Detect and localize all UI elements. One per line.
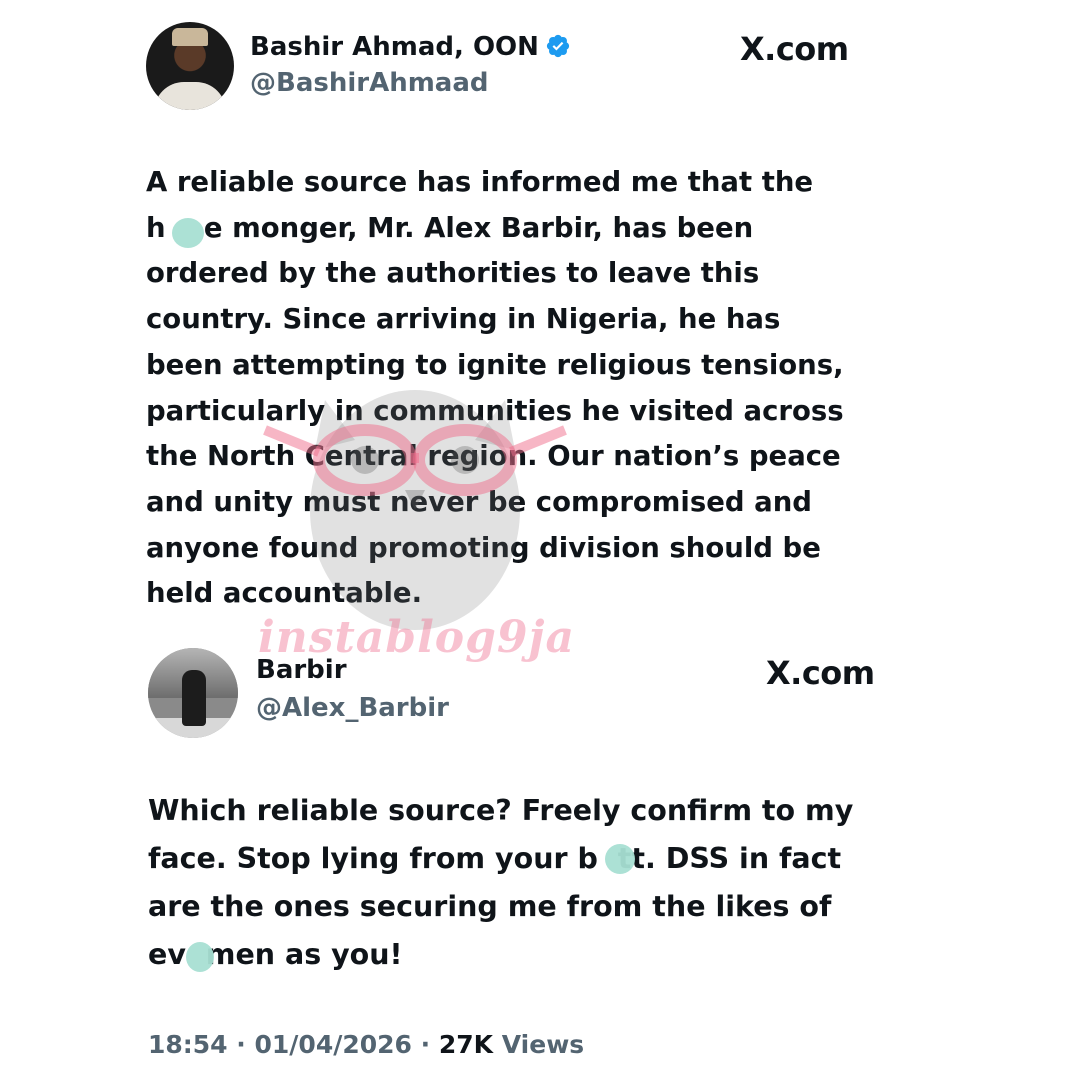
meta-separator: · xyxy=(236,1030,246,1059)
tweet1-line: ordered by the authorities to leave this xyxy=(146,257,760,290)
tweet2-site-label: X.com xyxy=(766,654,875,692)
bashir-avatar[interactable] xyxy=(146,22,234,110)
tweet2-line: ev men as you! xyxy=(148,938,403,971)
tweet2-line: face. Stop lying from your b tt. DSS in … xyxy=(148,842,842,875)
tweet1-line: held accountable. xyxy=(146,577,423,610)
tweet1-body: A reliable source has informed me that t… xyxy=(146,160,844,617)
tweet2-author-name[interactable]: Barbir xyxy=(256,655,347,685)
censor-smudge xyxy=(186,942,214,972)
tweet2-handle[interactable]: @Alex_Barbir xyxy=(256,693,449,723)
tweet1-author-name-row[interactable]: Bashir Ahmad, OON xyxy=(250,32,571,62)
tweet2-line: are the ones securing me from the likes … xyxy=(148,890,832,923)
tweet1-author-name[interactable]: Bashir Ahmad, OON xyxy=(250,32,539,62)
views-count[interactable]: 27K xyxy=(439,1030,493,1059)
verified-badge-icon xyxy=(546,34,570,58)
meta-separator: · xyxy=(420,1030,431,1059)
tweet1-site-label: X.com xyxy=(740,30,849,68)
views-label: Views xyxy=(501,1030,585,1059)
tweet1-line: and unity must never be compromised and xyxy=(146,485,812,518)
tweet-date[interactable]: 01/04/2026 xyxy=(255,1030,412,1059)
tweet-time[interactable]: 18:54 xyxy=(148,1030,228,1059)
barbir-avatar[interactable] xyxy=(148,648,238,738)
x-logo-icon: X.com xyxy=(740,30,849,68)
screenshot-composite: Bashir Ahmad, OON @BashirAhmaad X.com A … xyxy=(0,0,1080,1079)
tweet1-line: A reliable source has informed me that t… xyxy=(146,166,814,198)
tweet1-line: country. Since arriving in Nigeria, he h… xyxy=(146,303,781,336)
censor-smudge xyxy=(605,844,635,874)
x-logo-icon: X.com xyxy=(766,654,875,692)
tweet1-line: been attempting to ignite religious tens… xyxy=(146,348,844,381)
tweet2-metadata: 18:54 · 01/04/2026 · 27K Views xyxy=(148,1030,584,1059)
tweet1-line: particularly in communities he visited a… xyxy=(146,394,844,427)
tweet1-line: anyone found promoting division should b… xyxy=(146,531,821,564)
censor-smudge xyxy=(172,218,204,248)
tweet2-line: Which reliable source? Freely confirm to… xyxy=(148,794,854,827)
tweet1-handle[interactable]: @BashirAhmaad xyxy=(250,68,489,98)
tweet1-line: h e monger, Mr. Alex Barbir, has been xyxy=(146,211,754,244)
tweet2-body: Which reliable source? Freely confirm to… xyxy=(148,787,853,979)
tweet1-line: the North Central region. Our nation’s p… xyxy=(146,440,841,473)
